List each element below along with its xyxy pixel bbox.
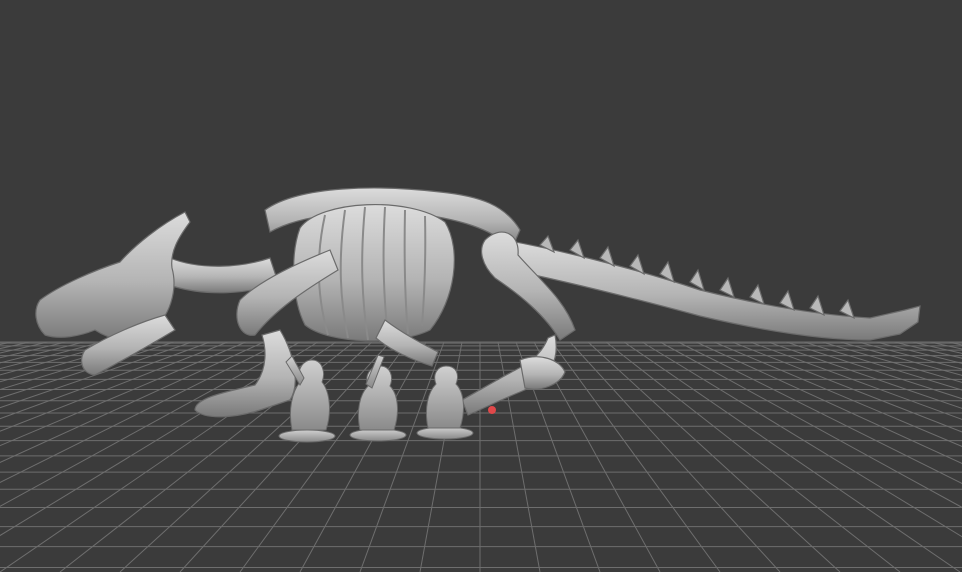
figure-2-base xyxy=(349,428,407,442)
selection-marker[interactable] xyxy=(488,406,496,414)
figure-1-base xyxy=(278,429,336,443)
viewport-canvas[interactable] xyxy=(0,0,962,572)
3d-viewport[interactable] xyxy=(0,0,962,572)
figure-3-base xyxy=(416,426,474,440)
